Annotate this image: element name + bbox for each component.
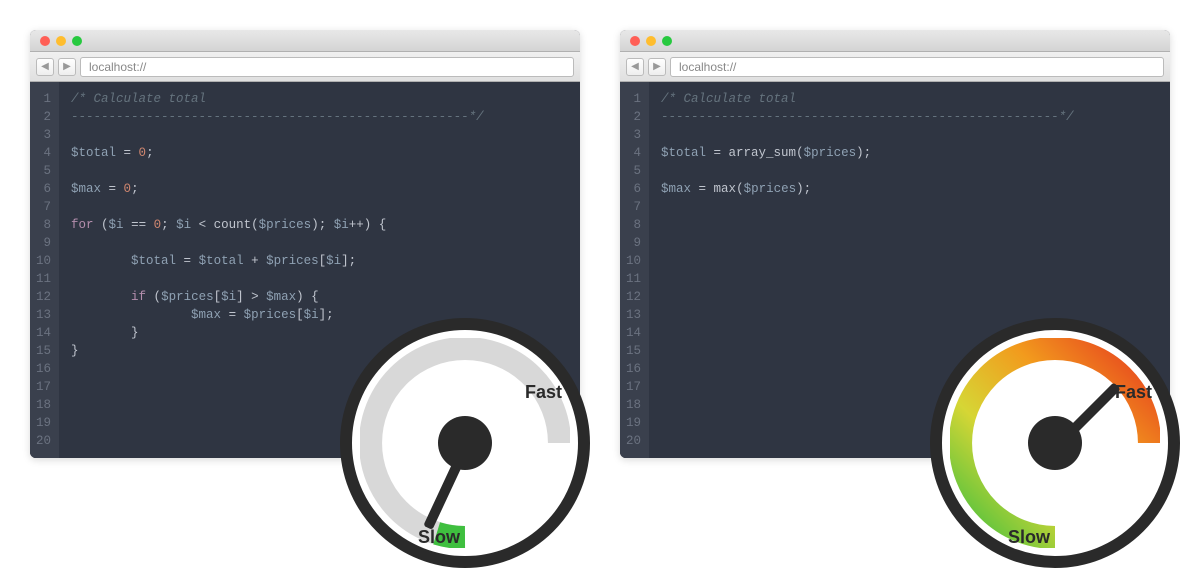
line-number: 18 <box>36 396 51 414</box>
line-number: 14 <box>36 324 51 342</box>
line-number: 7 <box>36 198 51 216</box>
window-zoom-icon[interactable] <box>72 36 82 46</box>
gauge-label-slow: Slow <box>1008 527 1050 548</box>
forward-button[interactable]: ▶ <box>648 58 666 76</box>
url-bar: ◀ ▶ localhost:// <box>620 52 1170 82</box>
line-number: 6 <box>36 180 51 198</box>
url-field[interactable]: localhost:// <box>670 57 1164 77</box>
code-line: /* Calculate total <box>71 90 568 108</box>
line-number: 16 <box>626 360 641 378</box>
line-number: 20 <box>626 432 641 450</box>
line-number: 1 <box>626 90 641 108</box>
code-line <box>661 234 1158 252</box>
code-line <box>71 162 568 180</box>
code-line: ----------------------------------------… <box>71 108 568 126</box>
code-line <box>71 270 568 288</box>
gauge-label-fast: Fast <box>525 382 562 403</box>
line-number: 9 <box>626 234 641 252</box>
code-line <box>661 288 1158 306</box>
line-number: 2 <box>36 108 51 126</box>
code-line: $max = max($prices); <box>661 180 1158 198</box>
panel-right: ◀ ▶ localhost:// 12345678910111213141516… <box>620 30 1170 458</box>
code-line <box>661 216 1158 234</box>
back-button[interactable]: ◀ <box>36 58 54 76</box>
line-number: 3 <box>626 126 641 144</box>
line-number: 16 <box>36 360 51 378</box>
title-bar <box>620 30 1170 52</box>
line-number: 15 <box>626 342 641 360</box>
window-minimize-icon[interactable] <box>646 36 656 46</box>
code-line <box>71 234 568 252</box>
window-minimize-icon[interactable] <box>56 36 66 46</box>
line-number: 5 <box>36 162 51 180</box>
code-line <box>661 162 1158 180</box>
line-number: 6 <box>626 180 641 198</box>
gauge-hub-icon <box>1028 416 1082 470</box>
code-line <box>71 198 568 216</box>
line-number: 8 <box>626 216 641 234</box>
line-number: 15 <box>36 342 51 360</box>
line-number: 1 <box>36 90 51 108</box>
line-number: 19 <box>626 414 641 432</box>
line-number: 2 <box>626 108 641 126</box>
speed-gauge-fast: Fast Slow <box>930 318 1180 568</box>
line-number: 4 <box>36 144 51 162</box>
code-line: $total = array_sum($prices); <box>661 144 1158 162</box>
line-number: 7 <box>626 198 641 216</box>
line-number: 9 <box>36 234 51 252</box>
line-number: 12 <box>626 288 641 306</box>
line-number: 11 <box>626 270 641 288</box>
code-line: $total = $total + $prices[$i]; <box>71 252 568 270</box>
line-number: 14 <box>626 324 641 342</box>
window-close-icon[interactable] <box>630 36 640 46</box>
line-number: 17 <box>626 378 641 396</box>
window-close-icon[interactable] <box>40 36 50 46</box>
line-number: 18 <box>626 396 641 414</box>
line-number: 10 <box>36 252 51 270</box>
code-line: if ($prices[$i] > $max) { <box>71 288 568 306</box>
code-line <box>661 126 1158 144</box>
forward-button[interactable]: ▶ <box>58 58 76 76</box>
code-line: /* Calculate total <box>661 90 1158 108</box>
line-number: 5 <box>626 162 641 180</box>
gauge-label-fast: Fast <box>1115 382 1152 403</box>
line-number: 8 <box>36 216 51 234</box>
line-gutter: 1234567891011121314151617181920 <box>620 82 649 458</box>
code-line <box>661 198 1158 216</box>
line-number: 4 <box>626 144 641 162</box>
line-number: 10 <box>626 252 641 270</box>
line-number: 3 <box>36 126 51 144</box>
code-line: ----------------------------------------… <box>661 108 1158 126</box>
code-line: $total = 0; <box>71 144 568 162</box>
line-number: 13 <box>626 306 641 324</box>
gauge-hub-icon <box>438 416 492 470</box>
line-number: 12 <box>36 288 51 306</box>
line-number: 19 <box>36 414 51 432</box>
window-zoom-icon[interactable] <box>662 36 672 46</box>
line-number: 17 <box>36 378 51 396</box>
code-line <box>661 270 1158 288</box>
code-line <box>661 252 1158 270</box>
url-field[interactable]: localhost:// <box>80 57 574 77</box>
url-bar: ◀ ▶ localhost:// <box>30 52 580 82</box>
title-bar <box>30 30 580 52</box>
line-gutter: 1234567891011121314151617181920 <box>30 82 59 458</box>
panel-left: ◀ ▶ localhost:// 12345678910111213141516… <box>30 30 580 458</box>
line-number: 13 <box>36 306 51 324</box>
code-line <box>71 126 568 144</box>
code-line: $max = 0; <box>71 180 568 198</box>
code-line: for ($i == 0; $i < count($prices); $i++)… <box>71 216 568 234</box>
speed-gauge-slow: Fast Slow <box>340 318 590 568</box>
line-number: 20 <box>36 432 51 450</box>
back-button[interactable]: ◀ <box>626 58 644 76</box>
gauge-label-slow: Slow <box>418 527 460 548</box>
line-number: 11 <box>36 270 51 288</box>
